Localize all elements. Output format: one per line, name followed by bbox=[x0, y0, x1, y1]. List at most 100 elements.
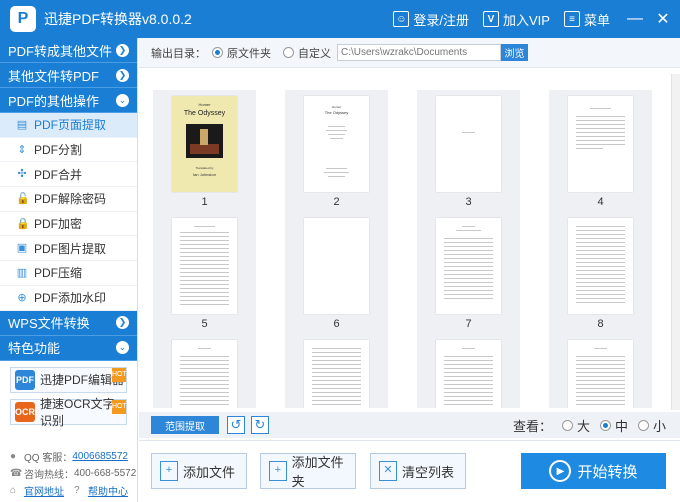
category-wps[interactable]: WPS文件转换 ❯ bbox=[0, 310, 137, 336]
page-thumb-11[interactable] bbox=[417, 334, 520, 408]
page-preview bbox=[436, 340, 501, 408]
page-thumb-2[interactable]: Homer The Odyssey 2 bbox=[285, 90, 388, 212]
category-features[interactable]: 特色功能 ⌄ bbox=[0, 335, 137, 361]
pdf-editor-icon: PDF bbox=[15, 369, 35, 390]
sidebar-item-encrypt[interactable]: 🔒 PDF加密 bbox=[0, 212, 137, 237]
rotate-right-button[interactable]: ↻ bbox=[251, 416, 269, 434]
sidebar-item-compress[interactable]: ▥ PDF压缩 bbox=[0, 261, 137, 286]
view-option-small[interactable]: 小 bbox=[637, 416, 666, 435]
menu-icon: ≡ bbox=[563, 11, 580, 27]
page-number: 2 bbox=[333, 196, 340, 208]
page-thumb-7[interactable]: 7 bbox=[417, 212, 520, 334]
sidebar: PDF转成其他文件 ❯ 其他文件转PDF ❯ PDF的其他操作 ⌄ ▤ PDF页… bbox=[0, 38, 138, 502]
output-label: 输出目录： bbox=[151, 47, 206, 60]
page-thumb-4[interactable]: 4 bbox=[549, 90, 652, 212]
menu-button[interactable]: ≡ 菜单 bbox=[563, 10, 610, 29]
watermark-icon: ⊕ bbox=[17, 291, 27, 304]
ocr-icon: OCR bbox=[15, 401, 35, 422]
compress-icon: ▥ bbox=[16, 266, 28, 279]
page-thumb-8[interactable]: 8 bbox=[549, 212, 652, 334]
page-preview bbox=[172, 218, 237, 314]
phone-support: ☎ 咨询热线： 400-668-5572 bbox=[10, 466, 136, 481]
sidebar-item-merge[interactable]: ✣ PDF合并 bbox=[0, 162, 137, 188]
qq-link[interactable]: 4006685572 bbox=[72, 451, 128, 462]
page-preview bbox=[436, 96, 501, 192]
clear-list-button[interactable]: ✕ 清空列表 bbox=[370, 453, 466, 489]
chevron-right-icon: ❯ bbox=[116, 68, 129, 82]
category-label: PDF转成其他文件 bbox=[8, 43, 113, 59]
page-preview bbox=[172, 340, 237, 408]
page-thumb-6[interactable]: 6 bbox=[285, 212, 388, 334]
category-other-to-pdf[interactable]: 其他文件转PDF ❯ bbox=[0, 63, 137, 88]
view-option-medium[interactable]: 中 bbox=[599, 416, 628, 435]
page-thumb-12[interactable] bbox=[549, 334, 652, 408]
menu-label: 菜单 bbox=[583, 12, 610, 28]
start-convert-button[interactable]: ▶ 开始转换 bbox=[521, 453, 666, 489]
category-pdf-to-other[interactable]: PDF转成其他文件 ❯ bbox=[0, 38, 137, 63]
radio-medium[interactable] bbox=[599, 419, 611, 431]
page-number: 1 bbox=[201, 196, 208, 208]
cover-title: The Odyssey bbox=[183, 110, 226, 117]
sidebar-item-page-extract[interactable]: ▤ PDF页面提取 bbox=[0, 113, 137, 138]
promo-ocr[interactable]: OCR 捷速OCR文字识别 HOT bbox=[10, 397, 127, 428]
page-number: 4 bbox=[597, 196, 604, 208]
website-link[interactable]: 官网地址 bbox=[24, 483, 64, 498]
sidebar-item-label: PDF分割 bbox=[34, 143, 83, 158]
range-extract-button[interactable]: 范围提取 bbox=[151, 416, 219, 434]
phone-icon: ☎ bbox=[10, 467, 23, 479]
page-thumb-3[interactable]: 3 bbox=[417, 90, 520, 212]
hot-badge: HOT bbox=[112, 367, 127, 382]
qq-support: ● QQ 客服： 4006685572 bbox=[10, 449, 128, 464]
page-preview bbox=[304, 218, 369, 314]
original-folder-label: 原文件夹 bbox=[227, 47, 271, 60]
thumbnail-scrollbar[interactable] bbox=[671, 74, 680, 410]
category-pdf-other-ops[interactable]: PDF的其他操作 ⌄ bbox=[0, 88, 137, 113]
page-thumb-10[interactable] bbox=[285, 334, 388, 408]
close-button[interactable]: ✕ bbox=[652, 9, 674, 29]
sidebar-item-unlock[interactable]: 🔓 PDF解除密码 bbox=[0, 187, 137, 212]
radio-large[interactable] bbox=[561, 419, 573, 431]
login-label: 登录/注册 bbox=[413, 12, 470, 28]
page-preview: Homer The Odyssey bbox=[304, 96, 369, 192]
view-large-label: 大 bbox=[576, 418, 590, 434]
radio-original-folder[interactable] bbox=[212, 47, 223, 58]
sidebar-item-image-extract[interactable]: ▣ PDF图片提取 bbox=[0, 236, 137, 262]
qq-icon: ● bbox=[10, 450, 17, 462]
sidebar-item-label: PDF页面提取 bbox=[34, 118, 107, 133]
page-thumb-5[interactable]: 5 bbox=[153, 212, 256, 334]
page-number: 3 bbox=[465, 196, 472, 208]
page-thumb-1[interactable]: Homer The Odyssey Translated by Ian John… bbox=[153, 90, 256, 212]
split-icon: ⇕ bbox=[17, 143, 27, 156]
rotate-left-button[interactable]: ↺ bbox=[227, 416, 245, 434]
add-folder-button[interactable]: + 添加文件夹 bbox=[260, 453, 356, 489]
category-label: 特色功能 bbox=[8, 341, 61, 356]
sidebar-item-watermark[interactable]: ⊕ PDF添加水印 bbox=[0, 286, 137, 311]
page-thumbnails: Homer The Odyssey Translated by Ian John… bbox=[147, 78, 667, 408]
browse-button[interactable]: 浏览 bbox=[501, 44, 528, 61]
sidebar-item-split[interactable]: ⇕ PDF分割 bbox=[0, 138, 137, 163]
help-icon: ? bbox=[74, 484, 80, 496]
page-number: 6 bbox=[333, 318, 340, 330]
sidebar-item-label: PDF加密 bbox=[34, 217, 83, 232]
vip-button[interactable]: V 加入VIP bbox=[483, 10, 550, 29]
page-number: 5 bbox=[201, 318, 208, 330]
promo-pdf-editor[interactable]: PDF 迅捷PDF编辑器 HOT bbox=[10, 366, 127, 393]
minimize-button[interactable]: — bbox=[624, 10, 646, 28]
radio-custom-folder[interactable] bbox=[283, 47, 294, 58]
add-file-button[interactable]: + 添加文件 bbox=[151, 453, 247, 489]
view-option-large[interactable]: 大 bbox=[561, 416, 590, 435]
chevron-right-icon: ❯ bbox=[116, 43, 129, 57]
chevron-down-icon: ⌄ bbox=[116, 93, 129, 107]
title-bar-actions: ☺ 登录/注册 V 加入VIP ≡ 菜单 — ✕ bbox=[393, 0, 680, 38]
hot-badge: HOT bbox=[112, 399, 127, 414]
radio-small[interactable] bbox=[637, 419, 649, 431]
output-path-input[interactable] bbox=[337, 44, 501, 61]
help-link[interactable]: 帮助中心 bbox=[88, 483, 128, 498]
title-bar: P 迅捷PDF转换器v8.0.0.2 ☺ 登录/注册 V 加入VIP ≡ 菜单 … bbox=[0, 0, 680, 38]
page-preview bbox=[568, 218, 633, 314]
login-button[interactable]: ☺ 登录/注册 bbox=[393, 10, 469, 29]
page-thumb-9[interactable] bbox=[153, 334, 256, 408]
page-preview bbox=[568, 96, 633, 192]
merge-icon: ✣ bbox=[17, 168, 27, 181]
phone-value: 400-668-5572 bbox=[74, 468, 137, 479]
